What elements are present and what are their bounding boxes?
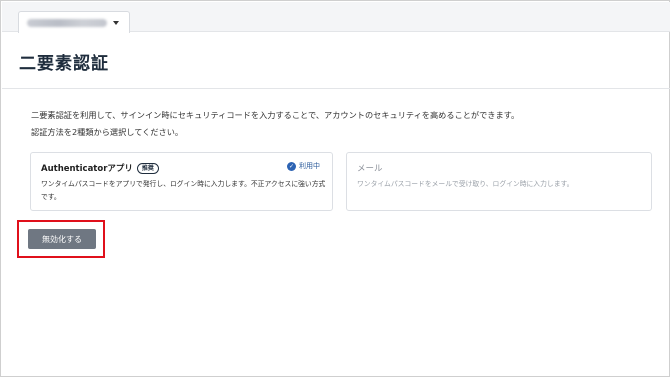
method-title: メール (357, 164, 383, 174)
window-frame: 二要素認証 二要素認証を利用して、サインイン時にセキュリティコードを入力すること… (0, 0, 670, 377)
method-description: ワンタイムパスコードをメールで受け取り、ログイン時に入力します。 (357, 180, 574, 188)
method-card-authenticator[interactable]: Authenticatorアプリ 推奨 ✓ 利用中 ワンタイムパスコードをアプリ… (30, 152, 333, 211)
chevron-down-icon (113, 20, 119, 25)
divider (2, 88, 670, 89)
method-title-row: メール (357, 162, 383, 174)
check-circle-icon: ✓ (287, 161, 296, 171)
page-title: 二要素認証 (19, 54, 109, 74)
method-card-email[interactable]: メール ワンタイムパスコードをメールで受け取り、ログイン時に入力します。 (346, 152, 652, 211)
account-switcher[interactable] (18, 11, 130, 33)
account-name-blurred (27, 18, 107, 27)
method-description: ワンタイムパスコードをアプリで発行し、ログイン時に入力します。不正アクセスに強い… (41, 180, 326, 201)
description-line-1: 二要素認証を利用して、サインイン時にセキュリティコードを入力することで、アカウン… (31, 110, 520, 120)
status-label: 利用中 (299, 162, 320, 170)
recommended-badge: 推奨 (136, 162, 159, 174)
method-title: Authenticatorアプリ (41, 164, 133, 174)
top-bar (2, 2, 670, 33)
status-badge: ✓ 利用中 (287, 161, 320, 171)
description-line-2: 認証方法を2種類から選択してください。 (31, 127, 184, 137)
method-title-row: Authenticatorアプリ 推奨 (41, 162, 159, 174)
disable-button[interactable]: 無効化する (28, 229, 96, 249)
